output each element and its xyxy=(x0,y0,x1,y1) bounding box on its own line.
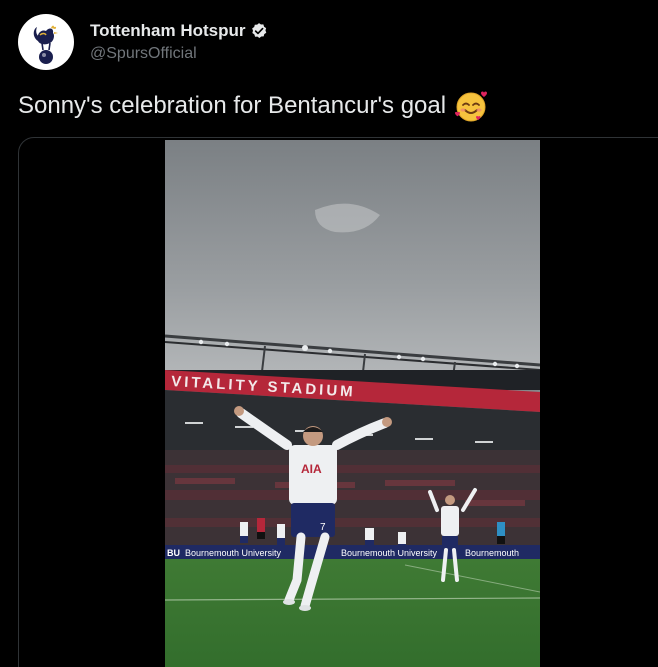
video-frame: VITALITY STADIUM BU Bournemouth Universi… xyxy=(165,140,540,667)
tweet: Tottenham Hotspur @SpursOfficial Sonny's… xyxy=(0,0,658,667)
shirt-sponsor: AIA xyxy=(301,462,322,476)
tweet-text: Sonny's celebration for Bentancur's goal xyxy=(18,88,488,124)
ad-board-prefix: BU xyxy=(167,548,180,558)
author-name-row: Tottenham Hotspur xyxy=(90,20,268,42)
author-names: Tottenham Hotspur @SpursOfficial xyxy=(90,20,268,65)
shirt-number: 7 xyxy=(320,522,326,533)
video-player[interactable]: VITALITY STADIUM BU Bournemouth Universi… xyxy=(165,140,540,667)
smiling-face-with-hearts-icon xyxy=(454,89,488,123)
ad-board-text-1: Bournemouth University xyxy=(185,548,282,558)
media-card[interactable]: VITALITY STADIUM BU Bournemouth Universi… xyxy=(18,137,658,667)
verified-badge-icon xyxy=(250,22,268,40)
tweet-header: Tottenham Hotspur @SpursOfficial xyxy=(18,14,268,70)
ad-board-text-1b: Bournemouth University xyxy=(341,548,438,558)
avatar[interactable] xyxy=(18,14,74,70)
cockerel-crest-icon xyxy=(33,25,58,64)
tweet-text-content: Sonny's celebration for Bentancur's goal xyxy=(18,92,447,119)
author-handle[interactable]: @SpursOfficial xyxy=(90,43,268,65)
author-display-name[interactable]: Tottenham Hotspur xyxy=(90,20,246,42)
ad-board-text-2: Bournemouth xyxy=(465,548,519,558)
